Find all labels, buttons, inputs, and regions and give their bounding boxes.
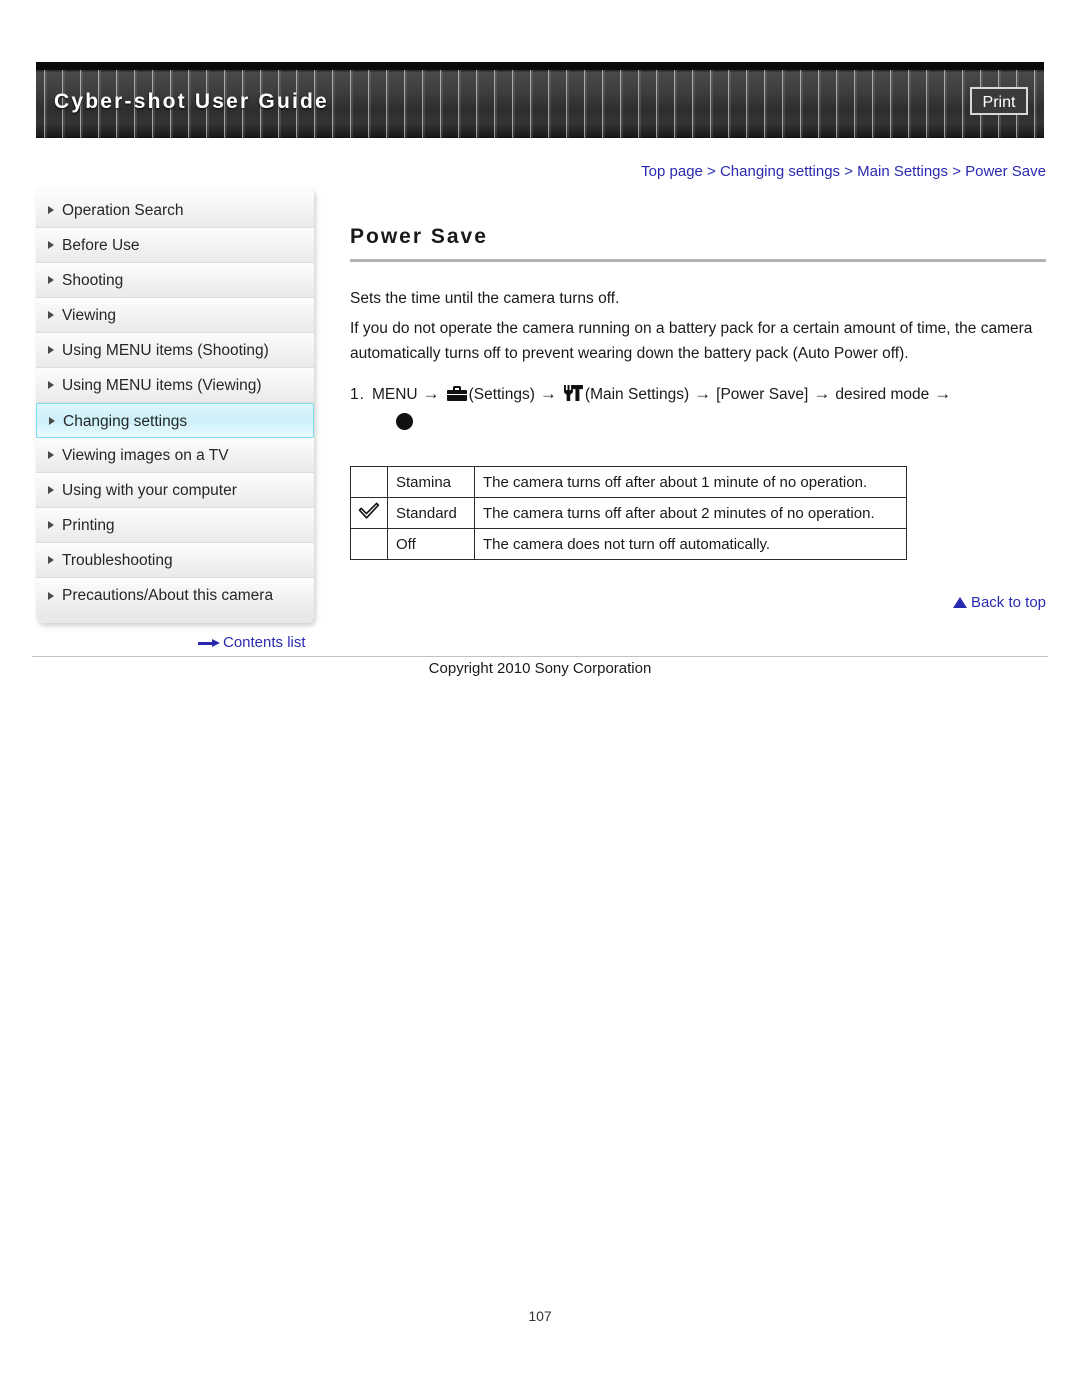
arrow-glyph-4: → bbox=[813, 384, 831, 403]
sidebar-item-using-menu-items-shooting[interactable]: Using MENU items (Shooting) bbox=[36, 333, 314, 368]
contents-list-link[interactable]: Contents list bbox=[198, 634, 306, 651]
table-row: Off The camera does not turn off automat… bbox=[350, 528, 907, 560]
arrow-glyph-3: → bbox=[694, 384, 712, 403]
table-cell-description: The camera turns off after about 2 minut… bbox=[474, 497, 907, 529]
chevron-right-icon bbox=[48, 521, 54, 529]
chevron-right-icon bbox=[48, 241, 54, 249]
sidebar-item-label: Troubleshooting bbox=[62, 552, 173, 569]
sidebar-item-precautions-about-this-camera[interactable]: Precautions/About this camera bbox=[36, 578, 314, 613]
sidebar-item-viewing-images-on-a-tv[interactable]: Viewing images on a TV bbox=[36, 438, 314, 473]
chevron-right-icon bbox=[48, 381, 54, 389]
table-cell-mode: Standard bbox=[387, 497, 475, 529]
table-cell-description: The camera does not turn off automatical… bbox=[474, 528, 907, 560]
step-menu-label: MENU bbox=[371, 386, 418, 403]
step-number: 1. bbox=[350, 386, 365, 403]
table-cell-mode: Off bbox=[387, 528, 475, 560]
table-cell-check bbox=[350, 466, 388, 498]
sidebar-item-viewing[interactable]: Viewing bbox=[36, 298, 314, 333]
sidebar-item-label: Operation Search bbox=[62, 202, 184, 219]
sidebar-item-label: Viewing images on a TV bbox=[62, 447, 229, 464]
sidebar-item-label: Changing settings bbox=[63, 413, 188, 430]
step-1-line: 1. MENU → (Settings) → (Main Settings) → [Power… bbox=[350, 380, 1046, 408]
chevron-right-icon bbox=[48, 276, 54, 284]
sidebar-item-label: Using MENU items (Shooting) bbox=[62, 342, 269, 359]
sidebar-item-label: Precautions/About this camera bbox=[62, 587, 274, 604]
chevron-right-icon bbox=[48, 591, 54, 600]
checkmark-icon bbox=[358, 502, 380, 520]
step-settings-label: (Settings) bbox=[468, 386, 535, 403]
sidebar-item-label: Using MENU items (Viewing) bbox=[62, 377, 262, 394]
contents-list-label: Contents list bbox=[223, 634, 306, 651]
site-title: Cyber-shot User Guide bbox=[54, 90, 329, 113]
sidebar-item-shooting[interactable]: Shooting bbox=[36, 263, 314, 298]
chevron-right-icon bbox=[49, 416, 55, 425]
table-row: Stamina The camera turns off after about… bbox=[350, 466, 907, 498]
main-content: Power Save Sets the time until the camer… bbox=[350, 225, 1046, 560]
table-cell-description: The camera turns off after about 1 minut… bbox=[474, 466, 907, 498]
chevron-right-icon bbox=[48, 486, 54, 494]
print-button[interactable]: Print bbox=[970, 87, 1028, 115]
back-to-top-label: Back to top bbox=[970, 594, 1046, 611]
toolbox-settings-icon bbox=[446, 386, 467, 401]
table-row: Standard The camera turns off after abou… bbox=[350, 497, 907, 529]
sidebar-item-changing-settings[interactable]: Changing settings bbox=[36, 403, 314, 438]
sidebar-item-label: Before Use bbox=[62, 237, 140, 254]
chevron-right-icon bbox=[48, 346, 54, 354]
arrow-glyph-1: → bbox=[422, 384, 440, 403]
arrow-right-icon bbox=[198, 639, 220, 648]
sidebar-item-using-with-your-computer[interactable]: Using with your computer bbox=[36, 473, 314, 508]
table-cell-mode: Stamina bbox=[387, 466, 475, 498]
sidebar-nav: Operation Search Before Use Shooting Vie… bbox=[36, 187, 314, 623]
sidebar-item-printing[interactable]: Printing bbox=[36, 508, 314, 543]
site-header: Cyber-shot User Guide Print bbox=[36, 62, 1044, 138]
page-number: 107 bbox=[528, 1308, 552, 1324]
footer-divider bbox=[32, 656, 1048, 657]
sidebar-item-label: Shooting bbox=[62, 272, 124, 289]
header-top-band bbox=[36, 62, 1044, 70]
sidebar-item-operation-search[interactable]: Operation Search bbox=[36, 193, 314, 228]
step-main-settings-label: (Main Settings) bbox=[584, 386, 690, 403]
arrow-glyph-2: → bbox=[539, 384, 557, 403]
chevron-right-icon bbox=[48, 451, 54, 459]
intro-paragraph-1: Sets the time until the camera turns off… bbox=[350, 290, 620, 307]
chevron-right-icon bbox=[48, 311, 54, 319]
sidebar-item-label: Viewing bbox=[62, 307, 117, 324]
triangle-up-icon bbox=[952, 597, 967, 608]
intro-paragraph-2: If you do not operate the camera running… bbox=[350, 320, 1033, 362]
sidebar-item-label: Using with your computer bbox=[62, 482, 237, 499]
sidebar-item-label: Printing bbox=[62, 517, 115, 534]
center-button-icon bbox=[396, 413, 413, 430]
breadcrumb[interactable]: Top page > Changing settings > Main Sett… bbox=[340, 163, 1046, 180]
table-cell-check bbox=[350, 528, 388, 560]
power-save-modes-table: Stamina The camera turns off after about… bbox=[350, 466, 907, 560]
wrench-screwdriver-icon bbox=[563, 385, 583, 401]
table-cell-check bbox=[350, 497, 388, 529]
step-desired-mode-label: desired mode bbox=[835, 386, 930, 403]
arrow-glyph-5: → bbox=[934, 384, 952, 403]
step-power-save-label: [Power Save] bbox=[716, 386, 809, 403]
header-striped-background: Cyber-shot User Guide Print bbox=[36, 62, 1044, 138]
title-divider bbox=[350, 259, 1046, 262]
sidebar-item-before-use[interactable]: Before Use bbox=[36, 228, 314, 263]
step-1-second-line bbox=[350, 408, 1046, 438]
copyright-text: Copyright 2010 Sony Corporation bbox=[428, 660, 652, 677]
chevron-right-icon bbox=[48, 556, 54, 564]
chevron-right-icon bbox=[48, 206, 54, 214]
sidebar-item-using-menu-items-viewing[interactable]: Using MENU items (Viewing) bbox=[36, 368, 314, 403]
sidebar-item-troubleshooting[interactable]: Troubleshooting bbox=[36, 543, 314, 578]
page-title: Power Save bbox=[350, 225, 488, 248]
back-to-top-link[interactable]: Back to top bbox=[350, 594, 1046, 611]
